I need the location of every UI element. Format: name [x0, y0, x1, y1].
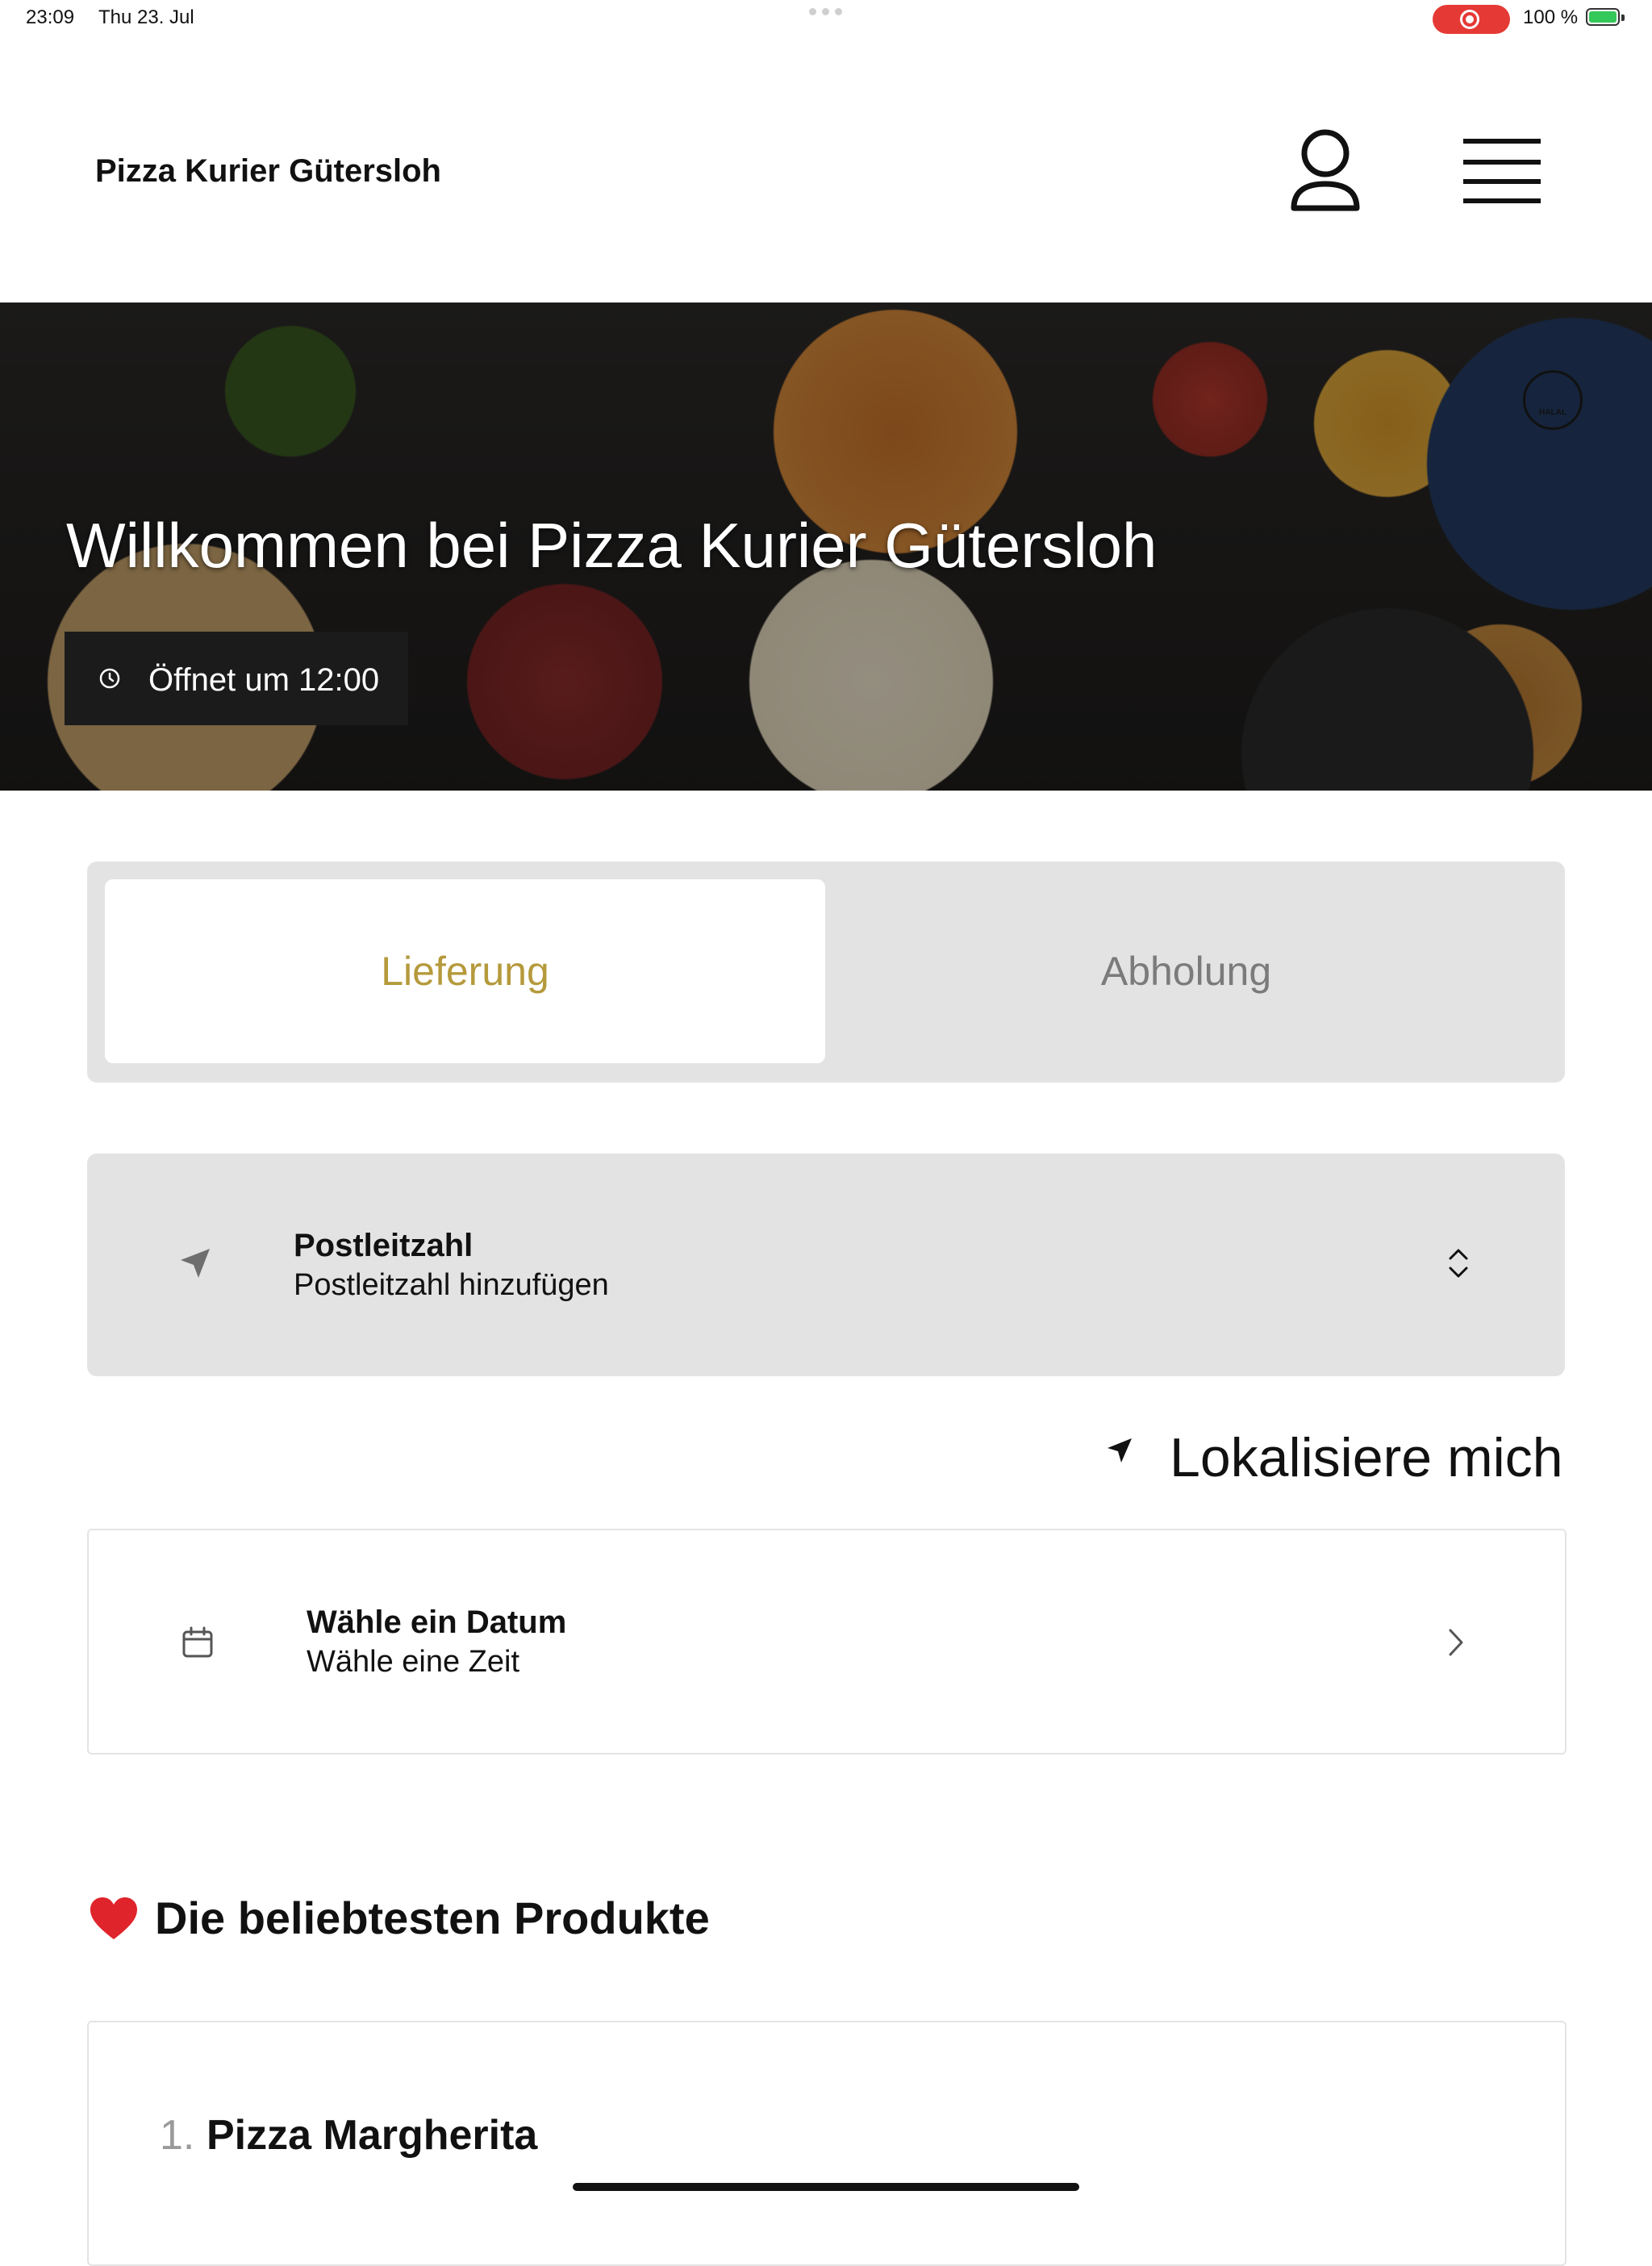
battery-icon	[1586, 8, 1625, 26]
hero-banner: HALAL Willkommen bei Pizza Kurier Güters…	[0, 303, 1652, 791]
status-bar: 23:09 Thu 23. Jul 100 %	[0, 0, 1652, 40]
multitasking-dots-icon[interactable]	[809, 8, 842, 15]
popular-products-heading: Die beliebtesten Produkte	[89, 1892, 710, 1944]
chevron-right-icon	[1449, 1629, 1463, 1656]
halal-logo: HALAL	[1523, 370, 1583, 430]
location-arrow-icon	[1108, 1438, 1132, 1463]
hero-title: Willkommen bei Pizza Kurier Gütersloh	[66, 510, 1158, 581]
localize-me-label: Lokalisiere mich	[1170, 1427, 1563, 1488]
localize-me-button[interactable]: Lokalisiere mich	[1105, 1423, 1565, 1488]
status-time: 23:09	[26, 6, 75, 28]
popular-products-title: Die beliebtesten Produkte	[155, 1893, 710, 1943]
chevron-up-down-icon	[1449, 1249, 1468, 1278]
date-label: Wähle ein Datum	[307, 1605, 567, 1640]
heart-icon	[90, 1897, 137, 1939]
hamburger-menu-icon[interactable]	[1462, 136, 1542, 207]
status-date: Thu 23. Jul	[98, 6, 194, 28]
tab-delivery-label: Lieferung	[381, 949, 549, 994]
clock-icon	[99, 668, 120, 689]
battery-percent: 100 %	[1523, 6, 1579, 28]
tab-pickup[interactable]: Abholung	[825, 879, 1547, 1063]
user-icon[interactable]	[1289, 127, 1362, 216]
time-label: Wähle eine Zeit	[307, 1645, 520, 1679]
date-time-selector[interactable]: Wähle ein Datum Wähle eine Zeit	[87, 1529, 1566, 1755]
calendar-icon	[182, 1626, 213, 1658]
opening-hours-text: Öffnet um 12:00	[148, 662, 380, 698]
tab-pickup-label: Abholung	[1100, 949, 1272, 994]
order-mode-toggle: Lieferung Abholung	[87, 862, 1565, 1083]
tab-delivery[interactable]: Lieferung	[105, 879, 825, 1063]
product-rank: 1.	[160, 2112, 195, 2159]
location-arrow-icon	[181, 1249, 210, 1278]
postcode-label: Postleitzahl	[294, 1228, 473, 1263]
site-title[interactable]: Pizza Kurier Gütersloh	[95, 153, 441, 190]
screen-recording-icon[interactable]	[1433, 5, 1510, 34]
opening-hours-badge: Öffnet um 12:00	[65, 632, 408, 725]
home-indicator[interactable]	[573, 2183, 1079, 2191]
postcode-selector[interactable]: Postleitzahl Postleitzahl hinzufügen	[87, 1154, 1565, 1376]
product-card[interactable]: 1. Pizza Margherita	[87, 2021, 1566, 2266]
product-name: Pizza Margherita	[206, 2112, 538, 2159]
postcode-placeholder: Postleitzahl hinzufügen	[294, 1268, 609, 1302]
